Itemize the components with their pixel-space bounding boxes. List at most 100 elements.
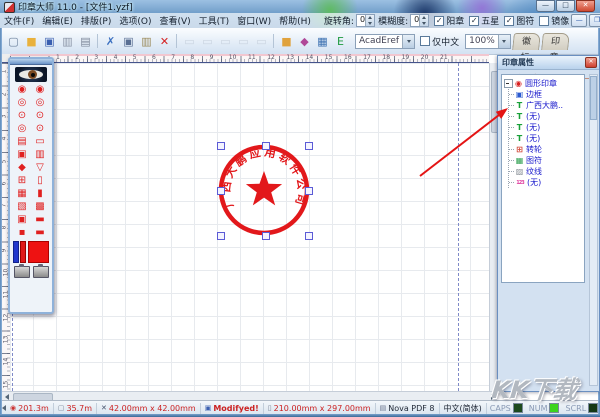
selection-handle[interactable] [262, 142, 270, 150]
menu-item-4[interactable]: 查看(V) [155, 14, 194, 27]
oval-ring-seal-2[interactable]: ⊙ [31, 122, 49, 135]
small-square-seal[interactable]: ▪ [13, 226, 31, 239]
tree-item-text[interactable]: T(无) [509, 133, 584, 144]
tree-item-border[interactable]: ▣边框 [509, 89, 584, 100]
spin-up-icon[interactable] [368, 16, 372, 19]
circle-dot-seal-2[interactable]: ◉ [31, 83, 49, 96]
tree-root-item[interactable]: ◉ 圆形印章 [504, 78, 584, 89]
ring-seal[interactable]: ◎ [13, 96, 31, 109]
toolbox-title-bar[interactable] [10, 59, 52, 65]
chevron-down-icon[interactable] [402, 35, 414, 48]
selection-handle[interactable] [217, 142, 225, 150]
save-icon[interactable]: ▣ [41, 33, 58, 50]
print-icon[interactable]: ▤ [77, 33, 94, 50]
circle-dot-seal[interactable]: ◉ [13, 83, 31, 96]
table-icon[interactable]: ▦ [314, 33, 331, 50]
scrollbar-thumb[interactable] [590, 76, 597, 120]
menu-item-3[interactable]: 选项(O) [115, 14, 155, 27]
mdi-restore-button[interactable]: ❐ [589, 14, 600, 27]
tree-item-wheel[interactable]: ⊞转轮 [509, 144, 584, 155]
tree-item-text[interactable]: T(无) [509, 122, 584, 133]
menu-item-6[interactable]: 窗口(W) [233, 14, 275, 27]
dense-grid-seal[interactable]: ▩ [31, 200, 49, 213]
language-indicator[interactable]: 中文(简体) [440, 403, 487, 414]
blur-input[interactable]: 0 [410, 14, 429, 27]
tree-expander-icon[interactable] [504, 79, 513, 88]
fill-color-swatch[interactable] [20, 241, 26, 263]
copy-icon[interactable]: ▣ [120, 33, 137, 50]
paste-icon[interactable]: ▥ [138, 33, 155, 50]
chinese-only-checkbox[interactable]: 仅中文 [420, 35, 459, 48]
spin-down-icon[interactable] [368, 22, 372, 25]
spin-down-icon[interactable] [422, 22, 426, 25]
excel-icon[interactable]: E [332, 33, 349, 50]
selection-handle[interactable] [262, 232, 270, 240]
outline-color-swatch[interactable] [13, 241, 19, 263]
cut-icon[interactable]: ✗ [102, 33, 119, 50]
selection-handle[interactable] [217, 187, 225, 195]
square-nested-seal[interactable]: ▣ [13, 148, 31, 161]
oval-dot-seal[interactable]: ⊙ [13, 109, 31, 122]
menu-item-1[interactable]: 编辑(E) [38, 14, 77, 27]
open-icon[interactable]: ■ [23, 33, 40, 50]
hatch-square-seal[interactable]: ▧ [13, 200, 31, 213]
maximize-button[interactable]: □ [556, 0, 575, 12]
checkbox-five-star[interactable]: ✓五星 [469, 14, 499, 27]
selection-handle[interactable] [305, 232, 313, 240]
flat-bar-seal-2[interactable]: ▬ [31, 226, 49, 239]
rect-wide-seal[interactable]: ▭ [31, 135, 49, 148]
status-memory-icon: ◉ [10, 404, 16, 412]
chevron-down-icon[interactable] [498, 35, 510, 48]
tree-item-text[interactable]: T(无) [509, 111, 584, 122]
cross-square-seal[interactable]: ⊞ [13, 174, 31, 187]
menu-item-2[interactable]: 排版(P) [77, 14, 115, 27]
panel-title-bar[interactable]: 印章属性 ✕ [498, 56, 599, 70]
selection-handle[interactable] [305, 142, 313, 150]
rect-lined-seal[interactable]: ▤ [13, 135, 31, 148]
ring-seal-2[interactable]: ◎ [31, 96, 49, 109]
menu-item-7[interactable]: 帮助(H) [275, 14, 315, 27]
rotation-input[interactable]: 0 [356, 14, 375, 27]
tree-item-symbol[interactable]: ▦图符 [509, 155, 584, 166]
mdi-minimize-button[interactable]: — [571, 14, 587, 27]
stamp-tool-2[interactable] [33, 266, 49, 278]
oval-dot-seal-2[interactable]: ⊙ [31, 109, 49, 122]
logo-library-tab[interactable]: 徽标库 [512, 33, 541, 50]
font-combo[interactable]: AcadEref [355, 34, 415, 49]
diamond-seal[interactable]: ◆ [13, 161, 31, 174]
selection-handle[interactable] [217, 232, 225, 240]
panel-scrollbar[interactable] [589, 74, 598, 386]
nested-square-seal[interactable]: ▣ [13, 213, 31, 226]
oval-ring-seal[interactable]: ◎ [13, 122, 31, 135]
delete-icon[interactable]: ✕ [156, 33, 173, 50]
triangle-seal[interactable]: ▽ [31, 161, 49, 174]
palette-icon[interactable]: ◆ [296, 33, 313, 50]
spin-up-icon[interactable] [422, 16, 426, 19]
flat-bar-seal[interactable]: ▬ [31, 213, 49, 226]
tree-item-number[interactable]: 123(无) [509, 177, 584, 188]
minimize-button[interactable]: — [536, 0, 555, 12]
seal-library-tab[interactable]: 印章库 [541, 33, 570, 50]
zoom-combo[interactable]: 100% [465, 34, 511, 49]
tree-item-text[interactable]: T广西大鹏.. [509, 100, 584, 111]
menu-item-0[interactable]: 文件(F) [0, 14, 38, 27]
checkbox-symbol[interactable]: ✓图符 [504, 14, 534, 27]
tall-rect-seal[interactable]: ▯ [31, 174, 49, 187]
selection-handle[interactable] [305, 187, 313, 195]
rect-grid-seal[interactable]: ▥ [31, 148, 49, 161]
checkbox-yang-seal[interactable]: ✓阳章 [434, 14, 464, 27]
seal-graphic[interactable]: 广西大鹏应用软件公司 [217, 143, 311, 237]
menu-item-5[interactable]: 工具(T) [195, 14, 234, 27]
new-icon[interactable]: ▢ [5, 33, 22, 50]
stamp-tool-1[interactable] [14, 266, 30, 278]
checkbox-mirror[interactable]: 镜像 [539, 14, 569, 27]
tree-item-lines[interactable]: ▨纹线 [509, 166, 584, 177]
panel-close-button[interactable]: ✕ [585, 57, 597, 68]
export-icon[interactable]: ▥ [59, 33, 76, 50]
current-color-swatch[interactable] [28, 241, 49, 263]
grid-square-seal[interactable]: ▦ [13, 187, 31, 200]
library-icon[interactable]: ■ [278, 33, 295, 50]
close-button[interactable]: ✕ [576, 0, 595, 12]
title-bar[interactable]: 印章大师 11.0 - [文件1.yzf] — □ ✕ [0, 0, 600, 13]
vbar-seal[interactable]: ▮ [31, 187, 49, 200]
